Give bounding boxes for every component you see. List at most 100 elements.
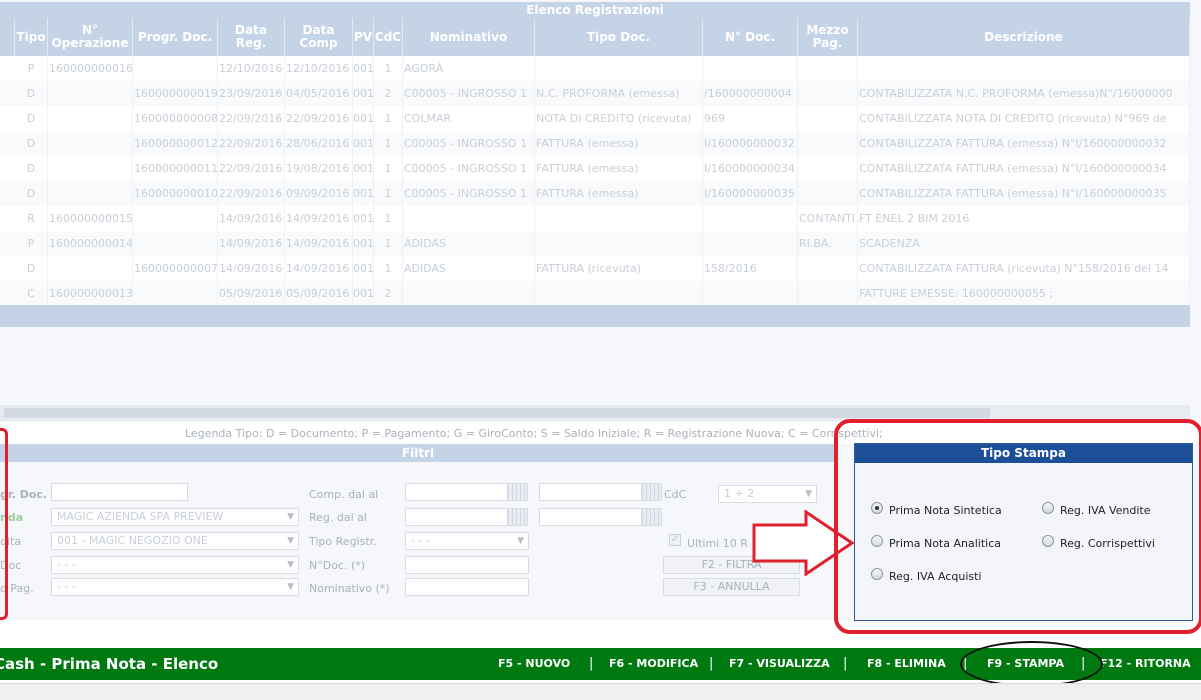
table-row[interactable]: D 160000000019 23/09/2016 04/05/2016 001 2 C00… bbox=[0, 81, 1190, 107]
calendar-icon[interactable] bbox=[642, 483, 662, 501]
table-cell: 160000000014 bbox=[48, 231, 133, 256]
table-row[interactable]: D 160000000007 14/09/2016 14/09/2016 001 1 ADI… bbox=[0, 256, 1190, 282]
progr-doc-input[interactable] bbox=[51, 483, 188, 501]
table-cell: 28/06/2016 bbox=[285, 131, 353, 156]
table-row[interactable]: D 160000000010 22/09/2016 09/09/2016 001 1 C00… bbox=[0, 181, 1190, 207]
table-cell bbox=[703, 231, 798, 256]
f7-visualizza-button[interactable]: F7 - VISUALIZZA bbox=[729, 648, 830, 680]
highlight-stampa-oval bbox=[960, 641, 1103, 687]
selected-row[interactable] bbox=[0, 305, 1190, 327]
table-cell: D bbox=[15, 256, 48, 281]
reg-to-input[interactable] bbox=[539, 508, 642, 526]
grid-body: P 160000000016 12/10/2016 12/10/2016 001 1 AGO… bbox=[0, 56, 1190, 307]
tipo-doc-select[interactable]: - - - bbox=[51, 556, 299, 574]
nominativo-label: Nominativo (*) bbox=[309, 582, 390, 595]
table-row[interactable]: D 160000000008 22/09/2016 22/09/2016 001 1 COL… bbox=[0, 106, 1190, 132]
table-cell bbox=[48, 156, 133, 181]
table-cell: 001 bbox=[353, 156, 374, 181]
f12-ritorna-button[interactable]: F12 - RITORNA bbox=[1100, 648, 1191, 680]
calendar-icon[interactable] bbox=[642, 508, 662, 526]
pv-select[interactable]: 001 - MAGIC NEGOZIO ONE bbox=[51, 532, 299, 550]
header-cell[interactable]: Data Reg. bbox=[218, 18, 285, 56]
ultimi-label: Ultimi 10 R bbox=[687, 537, 748, 550]
comp-from-input[interactable] bbox=[405, 483, 508, 501]
header-cell bbox=[0, 18, 15, 56]
f6-modifica-button[interactable]: F6 - MODIFICA bbox=[609, 648, 698, 680]
table-cell: 1 bbox=[374, 131, 403, 156]
comp-to-input[interactable] bbox=[539, 483, 642, 501]
mezzo-pag-select[interactable]: - - - bbox=[51, 578, 299, 596]
header-cell[interactable]: Progr. Doc. bbox=[133, 18, 218, 56]
table-cell: 001 bbox=[353, 206, 374, 231]
header-cell[interactable]: N° Operazione bbox=[48, 18, 133, 56]
table-cell: 001 bbox=[353, 181, 374, 206]
reg-from-input[interactable] bbox=[405, 508, 508, 526]
header-cell[interactable]: Descrizione bbox=[858, 18, 1190, 56]
header-cell[interactable]: Tipo bbox=[15, 18, 48, 56]
highlight-tipo-stampa bbox=[834, 419, 1201, 634]
header-cell[interactable]: Mezzo Pag. bbox=[798, 18, 858, 56]
table-cell: 1 bbox=[374, 156, 403, 181]
table-cell: CONTANTI bbox=[798, 206, 858, 231]
table-cell: 001 bbox=[353, 231, 374, 256]
table-cell: FT ENEL 2 BIM 2016 bbox=[858, 206, 1190, 231]
table-cell: N.C. PROFORMA (emessa) bbox=[535, 81, 703, 106]
table-cell bbox=[48, 81, 133, 106]
table-cell: D bbox=[15, 81, 48, 106]
table-cell: 160000000007 bbox=[133, 256, 218, 281]
table-row[interactable]: P 160000000014 14/09/2016 14/09/2016 001 1 ADI… bbox=[0, 231, 1190, 257]
registrations-panel: Elenco Registrazioni Tipo N° Operazione Pr… bbox=[0, 0, 1201, 422]
table-cell: I/160000000035 bbox=[703, 181, 798, 206]
table-cell: 160000000019 bbox=[133, 81, 218, 106]
f8-elimina-button[interactable]: F8 - ELIMINA bbox=[867, 648, 946, 680]
cdc-select[interactable]: 1 + 2 bbox=[718, 485, 817, 503]
header-cell[interactable]: CdC bbox=[374, 18, 403, 56]
table-cell: 160000000012 bbox=[133, 131, 218, 156]
ndoc-input[interactable] bbox=[405, 556, 529, 574]
table-cell: 1 bbox=[374, 206, 403, 231]
header-cell[interactable]: Tipo Doc. bbox=[535, 18, 703, 56]
header-cell[interactable]: Nominativo bbox=[403, 18, 535, 56]
header-cell[interactable]: N° Doc. bbox=[703, 18, 798, 56]
table-cell: 04/05/2016 bbox=[285, 81, 353, 106]
table-cell: D bbox=[15, 156, 48, 181]
nominativo-input[interactable] bbox=[405, 578, 529, 596]
page-title: Cash - Prima Nota - Elenco bbox=[0, 655, 219, 673]
table-cell: D bbox=[15, 106, 48, 131]
table-cell: ADIDAS bbox=[403, 256, 535, 281]
table-cell: C00005 - INGROSSO 1 bbox=[403, 156, 535, 181]
table-cell bbox=[48, 256, 133, 281]
table-cell: 22/09/2016 bbox=[218, 156, 285, 181]
header-cell[interactable]: Data Comp bbox=[285, 18, 353, 56]
table-cell: 001 bbox=[353, 281, 374, 306]
table-cell: 160000000013 bbox=[48, 281, 133, 306]
table-cell: FATTURA (emessa) bbox=[535, 181, 703, 206]
table-cell: P bbox=[15, 231, 48, 256]
calendar-icon[interactable] bbox=[508, 483, 528, 501]
ultimi-checkbox[interactable]: ✓ bbox=[669, 534, 681, 546]
header-cell[interactable]: PV bbox=[353, 18, 374, 56]
table-row[interactable]: D 160000000012 22/09/2016 28/06/2016 001 1 C00… bbox=[0, 131, 1190, 157]
ndoc-label: N°Doc. (*) bbox=[309, 559, 366, 572]
table-cell bbox=[798, 56, 858, 81]
f5-nuovo-button[interactable]: F5 - NUOVO bbox=[498, 648, 570, 680]
calendar-icon[interactable] bbox=[508, 508, 528, 526]
table-row[interactable]: P 160000000016 12/10/2016 12/10/2016 001 1 AGO… bbox=[0, 56, 1190, 82]
annulla-button[interactable]: F3 - ANNULLA bbox=[663, 578, 800, 596]
tipo-registr-select[interactable]: - - - bbox=[405, 532, 529, 550]
table-cell: CONTABILIZZATA FATTURA (ricevuta) N°158/… bbox=[858, 256, 1190, 281]
table-cell: C00005 - INGROSSO 1 bbox=[403, 131, 535, 156]
table-cell: 160000000016 bbox=[48, 56, 133, 81]
table-cell: ADIDAS bbox=[403, 231, 535, 256]
separator: | bbox=[589, 656, 594, 671]
table-cell: 160000000010 bbox=[133, 181, 218, 206]
table-row[interactable]: R 160000000015 14/09/2016 14/09/2016 001 1 CON… bbox=[0, 206, 1190, 232]
table-cell: 1 bbox=[374, 106, 403, 131]
table-row[interactable]: D 160000000011 22/09/2016 19/08/2016 001 1 C00… bbox=[0, 156, 1190, 182]
table-cell: 160000000011 bbox=[133, 156, 218, 181]
scrollbar-thumb[interactable] bbox=[4, 408, 990, 418]
azienda-select[interactable]: MAGIC AZIENDA SPA PREVIEW bbox=[51, 508, 299, 526]
table-row[interactable]: C 160000000013 05/09/2016 05/09/2016 001 2 FAT… bbox=[0, 281, 1190, 307]
registrations-title: Elenco Registrazioni bbox=[0, 2, 1190, 18]
table-cell bbox=[703, 56, 798, 81]
